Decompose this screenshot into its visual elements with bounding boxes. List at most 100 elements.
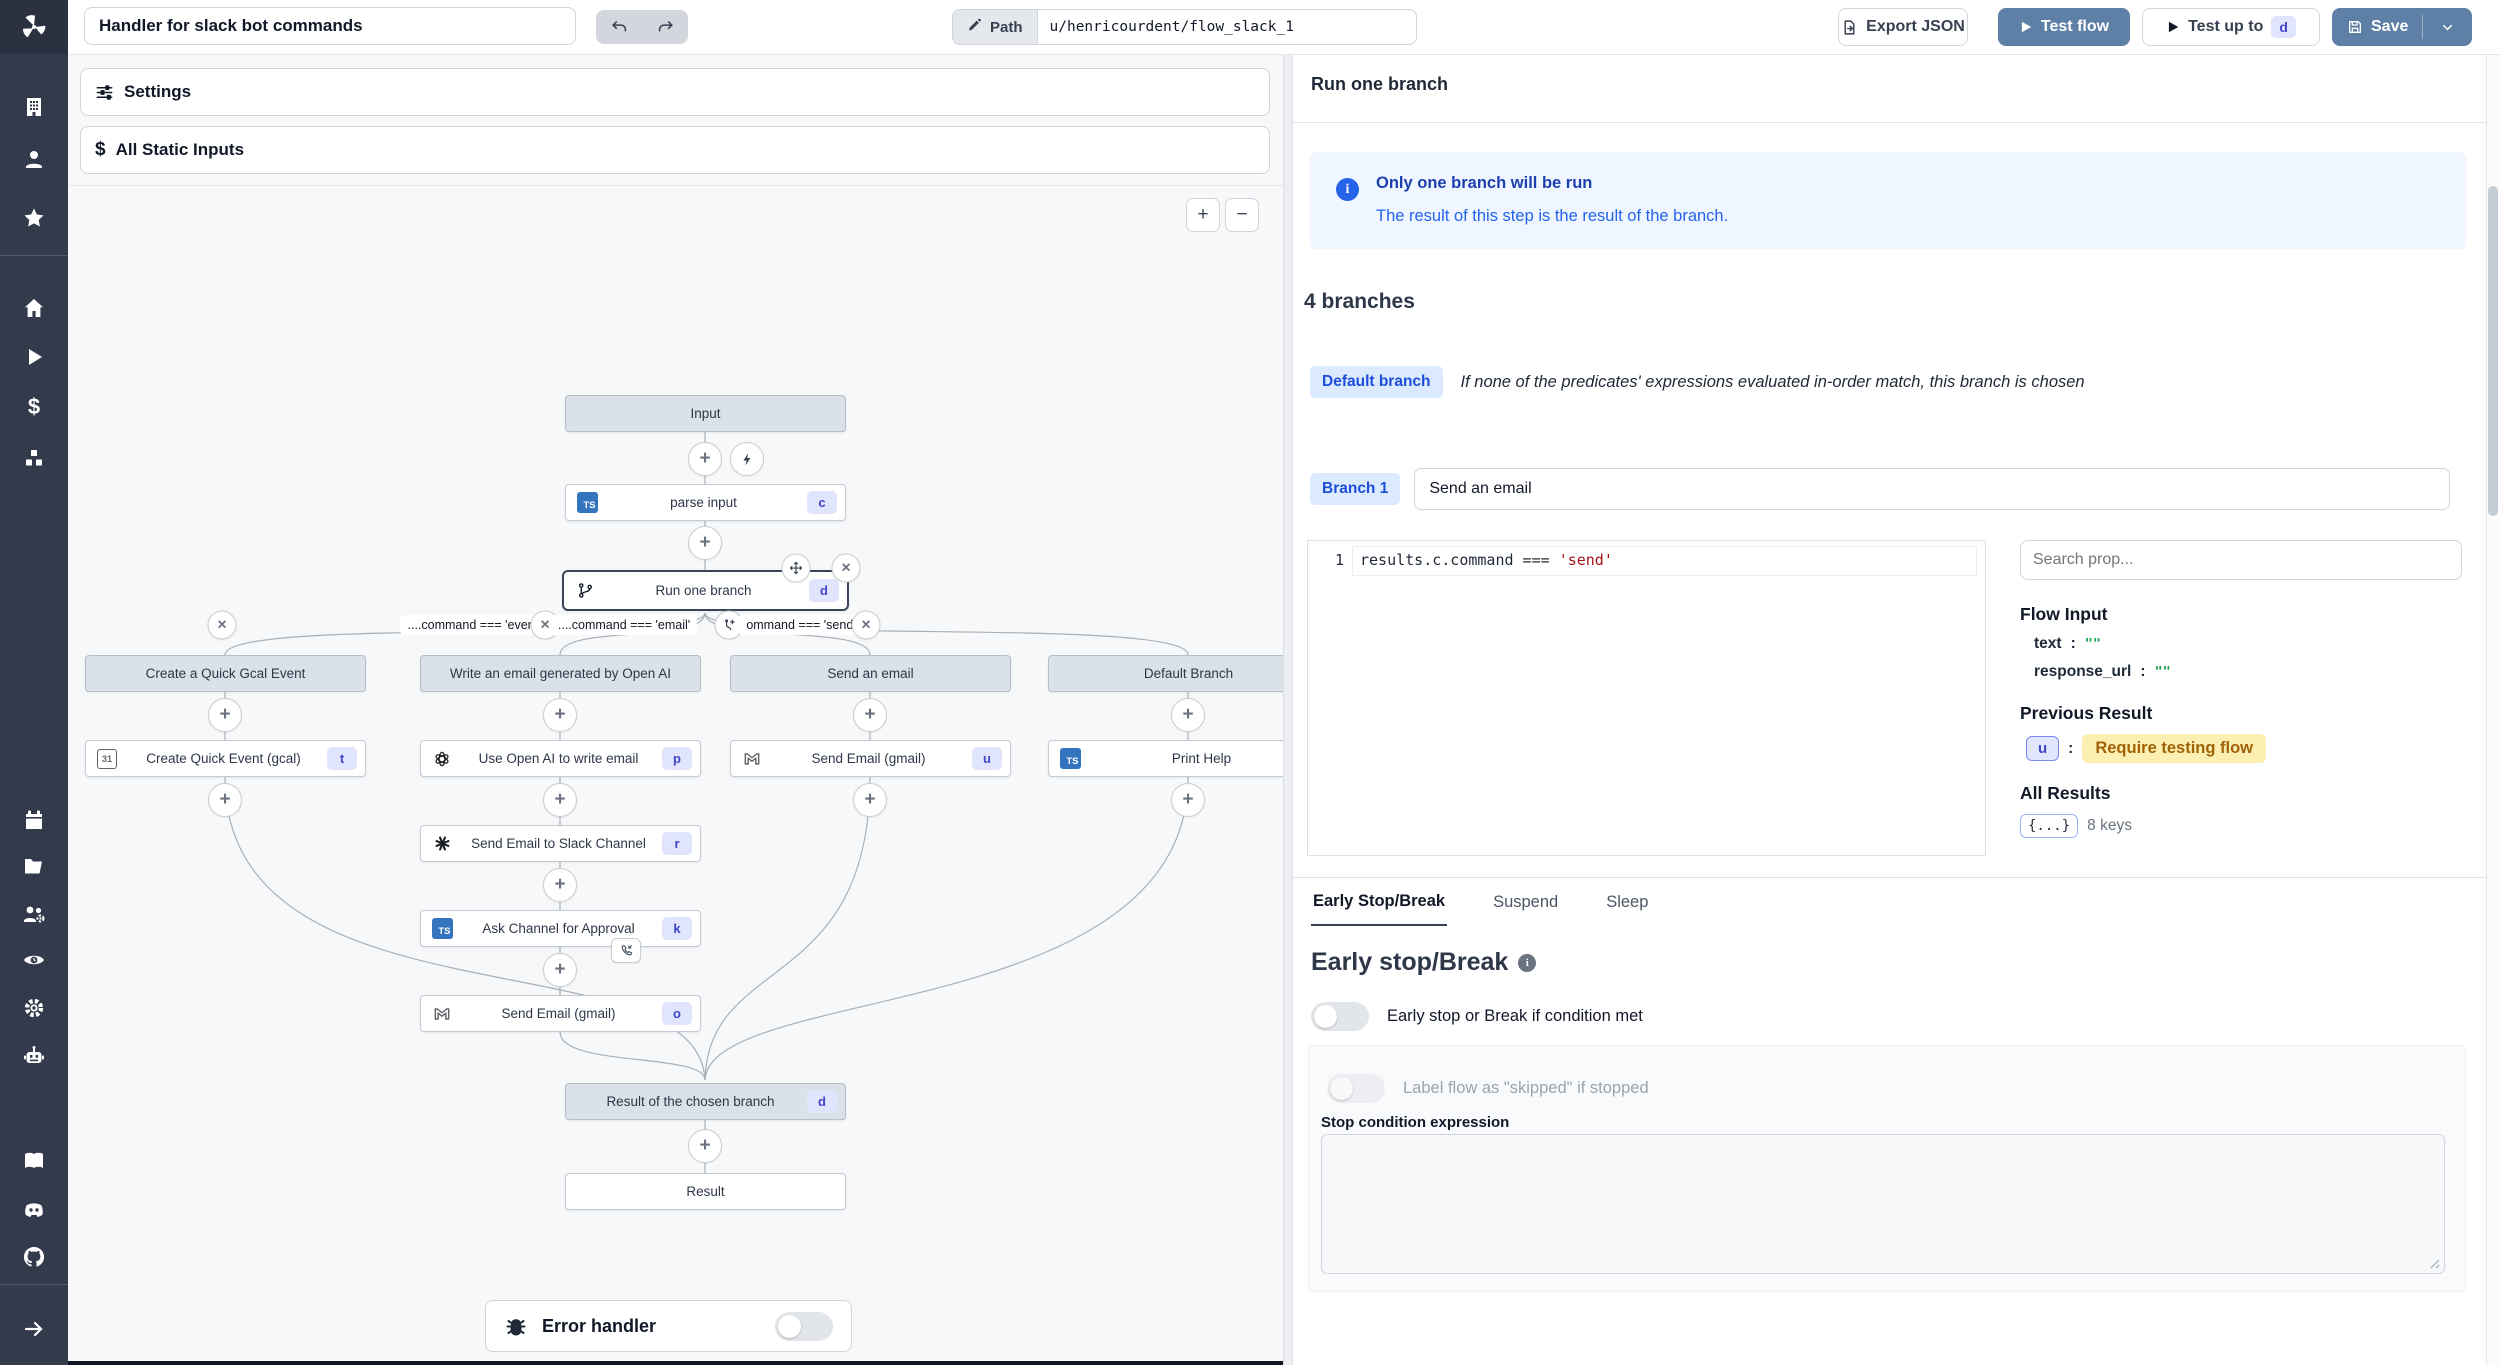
default-branch-row: Default branch If none of the predicates… [1310, 366, 2085, 398]
folders-icon[interactable] [21, 853, 47, 879]
move-step-button[interactable] [782, 554, 811, 583]
step-id-badge: p [662, 747, 692, 770]
panel-resizer[interactable] [1283, 54, 1293, 1365]
branch-predicate-label: ....command === 'email' [551, 615, 697, 635]
tab-sleep[interactable]: Sleep [1604, 880, 1650, 925]
node-branch-result[interactable]: Result of the chosen branch d [565, 1083, 846, 1120]
delete-step-button[interactable]: × [832, 554, 861, 583]
branch-header-send-email[interactable]: Send an email [730, 655, 1011, 692]
node-input[interactable]: Input [565, 395, 846, 432]
node-send-email-gmail-2[interactable]: Send Email (gmail) o [420, 995, 701, 1032]
node-parse-input[interactable]: TS parse input c [565, 484, 846, 521]
undo-button[interactable] [596, 10, 642, 44]
export-icon [1841, 19, 1858, 36]
ai-robot-icon[interactable] [21, 1043, 47, 1069]
previous-step-chip: u [2026, 736, 2059, 761]
step-id-badge: c [807, 491, 837, 514]
trigger-bolt-button[interactable] [730, 442, 764, 476]
node-send-email-gmail[interactable]: Send Email (gmail) u [730, 740, 1011, 777]
label-skipped-toggle[interactable] [1327, 1074, 1385, 1103]
path-input[interactable] [1037, 9, 1417, 45]
predicate-code-editor[interactable]: 1 results.c.command === 'send' [1307, 540, 1986, 856]
undo-redo-group [596, 10, 688, 44]
resources-cubes-icon[interactable] [21, 445, 47, 471]
flow-canvas[interactable]: Settings $ All Static Inputs + − [68, 54, 1283, 1365]
insert-step-button[interactable]: + [543, 868, 577, 902]
settings-gear-icon[interactable] [21, 995, 47, 1021]
branch-info-alert: i Only one branch will be run The result… [1310, 152, 2466, 249]
early-stop-toggle[interactable] [1311, 1002, 1369, 1031]
test-flow-button[interactable]: Test flow [1998, 8, 2130, 46]
save-dropdown-button[interactable] [2423, 9, 2471, 45]
save-button[interactable]: Save [2333, 9, 2422, 45]
tab-suspend[interactable]: Suspend [1491, 880, 1560, 925]
schedules-calendar-icon[interactable] [21, 807, 47, 833]
export-json-label: Export JSON [1866, 18, 1965, 36]
stop-condition-label: Stop condition expression [1321, 1114, 1509, 1131]
branch-predicate-label: ....command === 'event' [401, 615, 548, 635]
discord-icon[interactable] [21, 1197, 47, 1223]
prop-row[interactable]: text : "" [2034, 635, 2463, 653]
node-create-quick-event[interactable]: 31 Create Quick Event (gcal) t [85, 740, 366, 777]
prop-search-input[interactable] [2020, 540, 2462, 580]
runs-play-icon[interactable] [21, 344, 47, 370]
insert-step-button[interactable]: + [688, 1129, 722, 1163]
workspace-icon[interactable] [21, 94, 47, 120]
node-ask-channel-approval[interactable]: TS Ask Channel for Approval k [420, 910, 701, 947]
node-result[interactable]: Result [565, 1173, 846, 1210]
scrollbar-thumb[interactable] [2488, 186, 2498, 516]
insert-step-button[interactable]: + [853, 698, 887, 732]
node-use-openai[interactable]: Use Open AI to write email p [420, 740, 701, 777]
path-chip[interactable]: Path [952, 9, 1037, 45]
branch1-summary-input[interactable] [1414, 468, 2450, 510]
expand-arrow-icon[interactable] [21, 1316, 47, 1342]
insert-step-button[interactable]: + [543, 953, 577, 987]
home-icon[interactable] [21, 295, 47, 321]
insert-step-button[interactable]: + [208, 698, 242, 732]
branch-header-gcal[interactable]: Create a Quick Gcal Event [85, 655, 366, 692]
redo-button[interactable] [642, 10, 688, 44]
remove-branch-button[interactable]: × [852, 611, 881, 640]
test-up-to-button[interactable]: Test up to d [2142, 8, 2320, 46]
export-json-button[interactable]: Export JSON [1838, 8, 1968, 46]
prop-row[interactable]: response_url : "" [2034, 663, 2463, 681]
user-icon[interactable] [21, 146, 47, 172]
insert-step-button[interactable]: + [543, 783, 577, 817]
test-up-to-step-badge: d [2271, 16, 2296, 38]
branch-header-default[interactable]: Default Branch [1048, 655, 1283, 692]
flow-input-heading: Flow Input [2020, 604, 2463, 625]
node-send-email-slack[interactable]: Send Email to Slack Channel r [420, 825, 701, 862]
audit-eye-icon[interactable] [21, 947, 47, 973]
alert-title: Only one branch will be run [1376, 174, 2446, 193]
flow-title-input[interactable] [84, 7, 576, 45]
stop-condition-textarea[interactable] [1321, 1134, 2445, 1274]
insert-step-button[interactable]: + [1171, 783, 1205, 817]
suspend-approval-indicator[interactable] [611, 938, 641, 963]
windmill-logo-icon[interactable] [0, 0, 68, 54]
previous-result-row[interactable]: u : Require testing flow [2026, 734, 2463, 763]
docs-book-icon[interactable] [21, 1148, 47, 1174]
groups-users-icon[interactable] [21, 901, 47, 927]
save-button-group: Save [2332, 8, 2472, 46]
insert-step-button[interactable]: + [688, 442, 722, 476]
all-results-row[interactable]: {...} 8 keys [2020, 814, 2463, 838]
info-icon[interactable]: i [1518, 954, 1536, 972]
variables-dollar-icon[interactable]: $ [21, 394, 47, 420]
path-group: Path [952, 9, 1417, 45]
remove-branch-button[interactable]: × [208, 611, 237, 640]
slack-icon [429, 835, 455, 852]
early-stop-heading: Early stop/Break [1311, 948, 1508, 977]
insert-step-button[interactable]: + [543, 698, 577, 732]
insert-step-button[interactable]: + [208, 783, 242, 817]
branch1-row: Branch 1 [1310, 468, 2450, 510]
node-print-help[interactable]: TS Print Help [1048, 740, 1283, 777]
github-icon[interactable] [21, 1244, 47, 1270]
resize-grip-icon[interactable] [2427, 1256, 2440, 1269]
insert-step-button[interactable]: + [853, 783, 887, 817]
branch-header-openai[interactable]: Write an email generated by Open AI [420, 655, 701, 692]
insert-step-button[interactable]: + [688, 526, 722, 560]
typescript-icon: TS [574, 492, 600, 513]
insert-step-button[interactable]: + [1171, 698, 1205, 732]
favorites-star-icon[interactable] [21, 205, 47, 231]
tab-early-stop-break[interactable]: Early Stop/Break [1311, 879, 1447, 926]
